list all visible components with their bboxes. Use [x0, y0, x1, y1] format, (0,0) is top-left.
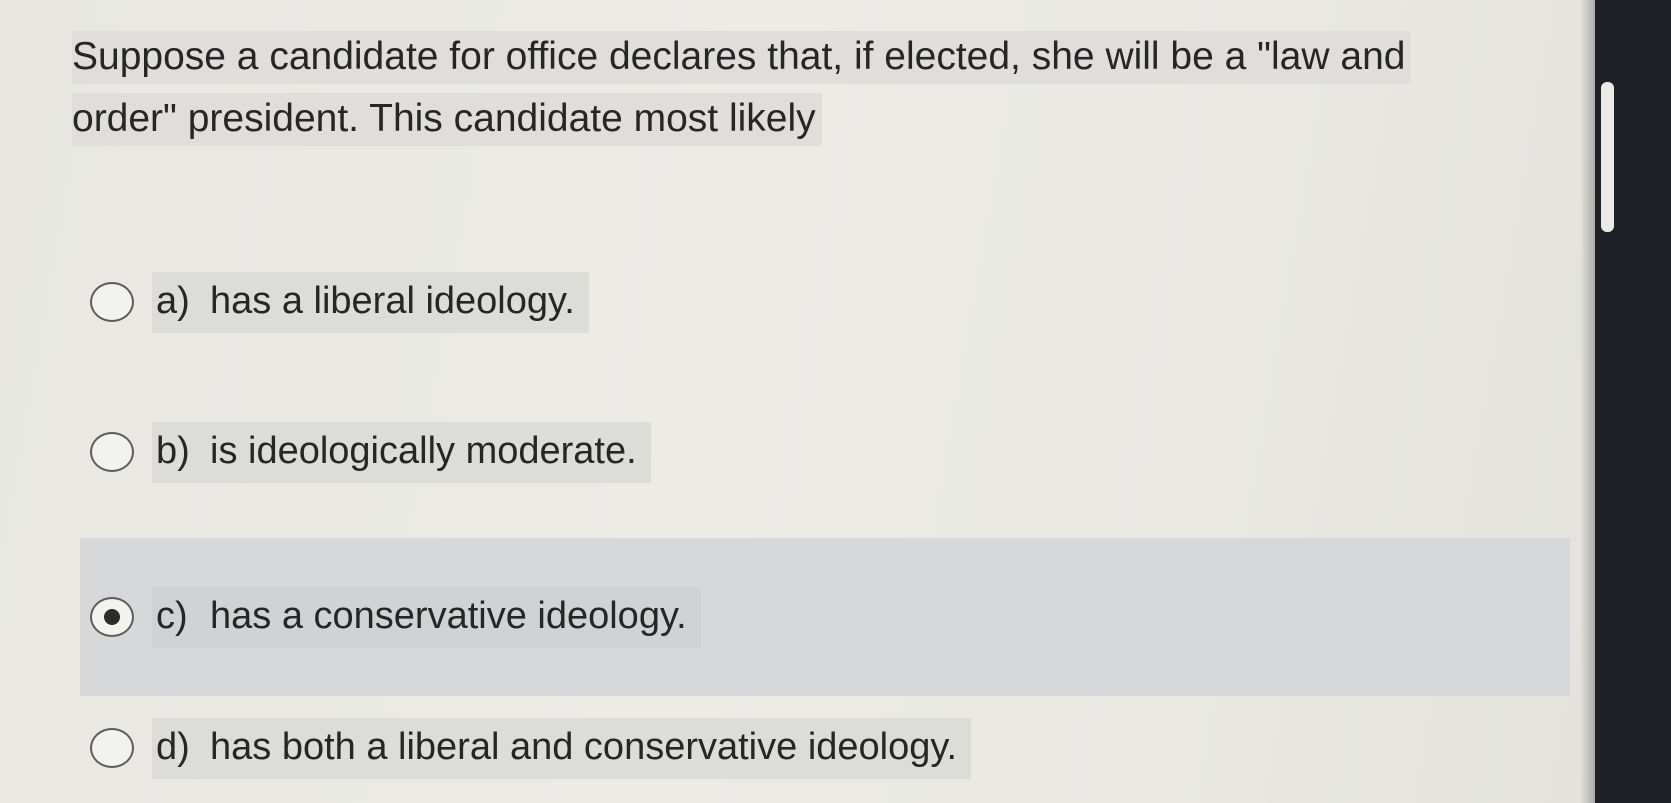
radio-button-b[interactable]: [90, 432, 134, 472]
screen-edge-shadow: [1580, 0, 1595, 803]
option-d-label: d) has both a liberal and conservative id…: [152, 717, 972, 779]
option-c-text: has a conservative ideology.: [210, 594, 687, 637]
option-a-label: a) has a liberal ideology.: [152, 271, 589, 333]
option-a-letter: a): [156, 279, 190, 322]
option-d-text: has both a liberal and conservative ideo…: [210, 725, 958, 768]
option-c[interactable]: c) has a conservative ideology.: [80, 538, 1570, 696]
option-b-letter: b): [156, 429, 190, 472]
option-c-label: c) has a conservative ideology.: [152, 586, 701, 648]
option-b-text: is ideologically moderate.: [210, 429, 637, 472]
quiz-screen: Suppose a candidate for office declares …: [0, 0, 1595, 803]
option-a[interactable]: a) has a liberal ideology.: [80, 262, 1570, 342]
question-text: Suppose a candidate for office declares …: [72, 26, 1542, 150]
radio-button-c-selected[interactable]: [90, 597, 134, 637]
scrollbar-thumb[interactable]: [1601, 82, 1614, 232]
radio-selected-dot: [104, 609, 120, 625]
radio-button-a[interactable]: [90, 282, 134, 322]
option-a-text: has a liberal ideology.: [210, 279, 575, 322]
option-c-letter: c): [156, 594, 188, 637]
option-b-label: b) is ideologically moderate.: [152, 421, 651, 483]
question-line-1: Suppose a candidate for office declares …: [72, 31, 1412, 84]
option-b[interactable]: b) is ideologically moderate.: [80, 412, 1570, 492]
radio-button-d[interactable]: [90, 728, 134, 768]
option-d[interactable]: d) has both a liberal and conservative id…: [80, 708, 1570, 788]
question-line-2: order" president. This candidate most li…: [72, 93, 822, 146]
option-d-letter: d): [156, 725, 190, 768]
